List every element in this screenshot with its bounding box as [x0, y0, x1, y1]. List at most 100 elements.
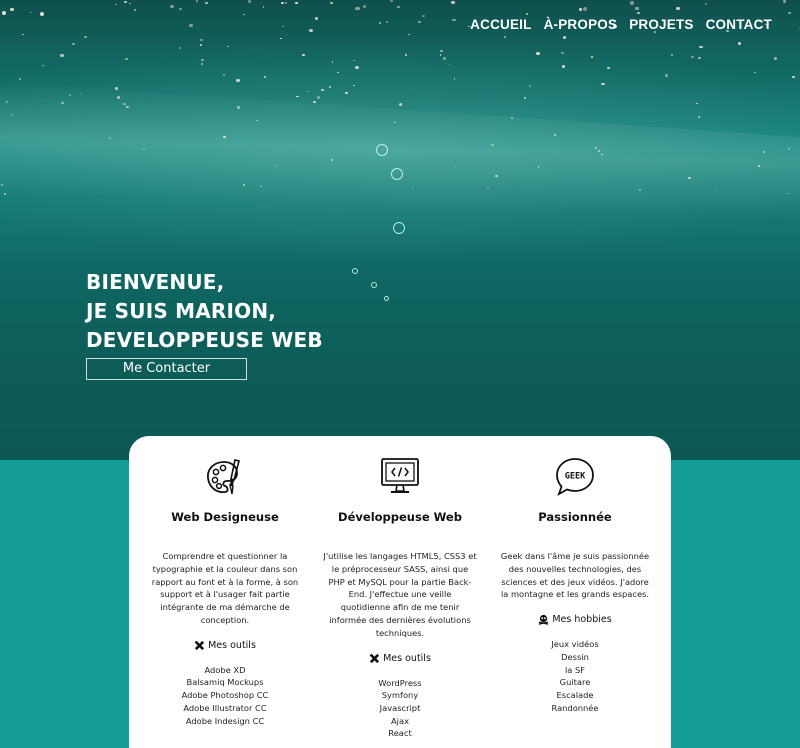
water-particle	[379, 22, 382, 24]
water-particle	[281, 1, 284, 4]
water-particle	[691, 55, 694, 58]
skill-description: Comprendre et questionner la typographie…	[151, 551, 299, 625]
water-particle	[399, 103, 403, 106]
nav-projets[interactable]: PROJETS	[629, 17, 693, 32]
water-particle	[791, 75, 795, 78]
water-particle	[448, 63, 451, 66]
water-particle	[345, 91, 348, 94]
list-item: Escalade	[556, 690, 594, 700]
water-particle	[321, 89, 325, 92]
water-particle	[337, 72, 339, 74]
water-particle	[309, 29, 313, 33]
water-particle	[6, 101, 8, 103]
water-particle	[280, 37, 282, 39]
nav-a-propos[interactable]: À-PROPOS	[544, 17, 618, 32]
water-particle	[737, 42, 742, 45]
water-particle	[699, 45, 703, 49]
main-nav: ACCUEIL À-PROPOS PROJETS CONTACT	[470, 17, 772, 32]
water-particle	[523, 97, 526, 99]
water-particle	[491, 144, 494, 146]
tools-list: WordPress Symfony Javascript Ajax React	[315, 677, 485, 741]
water-particle	[405, 54, 407, 56]
water-particle	[129, 2, 131, 5]
hero-heading: BIENVENUE, JE SUIS MARION, DEVELOPPEUSE …	[86, 268, 323, 355]
water-particle	[582, 7, 587, 11]
water-particle	[451, 0, 455, 4]
water-particle	[362, 5, 367, 9]
bubble	[391, 168, 403, 180]
tools-icon	[370, 653, 380, 663]
list-item: Javascript	[379, 702, 421, 713]
water-particle	[528, 85, 532, 88]
water-particle	[40, 12, 45, 16]
water-particle	[695, 102, 698, 105]
list-item: Adobe Photoshop CC	[181, 690, 269, 701]
list-item: Adobe Illustrator CC	[183, 702, 267, 713]
water-particle	[109, 137, 112, 139]
water-particle	[115, 3, 117, 6]
water-particle	[594, 147, 597, 150]
water-particle	[201, 58, 205, 62]
list-item: Jeux vidéos	[551, 639, 599, 650]
list-item: Dessin	[561, 651, 589, 662]
water-particle	[634, 7, 639, 11]
water-particle	[562, 65, 566, 69]
water-particle	[452, 18, 456, 22]
tools-list: Adobe XD Balsamiq Mockups Adobe Photosho…	[140, 664, 310, 728]
water-particle	[329, 1, 334, 5]
water-particle	[19, 77, 22, 80]
water-particle	[264, 76, 267, 78]
water-particle	[314, 17, 319, 20]
tools-icon	[195, 640, 205, 650]
list-item: Adobe Indesign CC	[185, 715, 265, 726]
water-particle	[205, 2, 209, 5]
water-particle	[495, 175, 498, 177]
water-particle	[179, 8, 182, 11]
water-particle	[352, 84, 355, 87]
water-particle	[629, 1, 635, 5]
water-particle	[393, 121, 396, 123]
water-particle	[169, 4, 174, 8]
skill-column-passion: GEEK Passionnée Geek dans l'âme je suis …	[490, 456, 660, 714]
contact-button[interactable]: Me Contacter	[86, 358, 247, 380]
water-particle	[223, 73, 226, 76]
water-particle	[422, 15, 425, 18]
water-particle	[408, 33, 410, 35]
water-particle	[189, 23, 193, 27]
tools-label: Mes outils	[208, 639, 256, 651]
water-particle	[688, 177, 691, 179]
water-particle	[236, 106, 240, 109]
water-particle	[453, 78, 456, 80]
list-item: Guitare	[559, 677, 591, 688]
water-particle	[601, 82, 605, 86]
water-particle	[773, 57, 778, 61]
water-particle	[355, 6, 360, 11]
water-particle	[142, 148, 145, 151]
water-particle	[579, 8, 583, 11]
geek-speech-bubble-icon: GEEK	[556, 458, 594, 496]
water-particle	[597, 149, 601, 152]
water-particle	[200, 62, 203, 65]
bubble	[371, 282, 377, 288]
geek-icon-text: GEEK	[565, 472, 586, 482]
list-item: Randonnée	[551, 702, 599, 713]
tools-heading: Mes outils	[140, 640, 310, 651]
water-particle	[296, 95, 299, 98]
water-particle	[247, 0, 252, 4]
water-particle	[786, 192, 789, 195]
water-particle	[782, 0, 787, 3]
water-particle	[754, 72, 757, 74]
water-particle	[61, 102, 64, 105]
bubble	[384, 296, 389, 301]
water-particle	[440, 49, 444, 53]
nav-contact[interactable]: CONTACT	[706, 17, 772, 32]
water-particle	[676, 6, 680, 10]
water-particle	[22, 34, 24, 36]
water-particle	[670, 53, 674, 56]
nav-accueil[interactable]: ACCUEIL	[470, 17, 531, 32]
monitor-code-icon	[381, 458, 419, 493]
hero-line-1: BIENVENUE,	[86, 270, 225, 294]
list-item: React	[388, 728, 412, 739]
water-particle	[4, 193, 6, 195]
water-particle	[243, 13, 245, 15]
